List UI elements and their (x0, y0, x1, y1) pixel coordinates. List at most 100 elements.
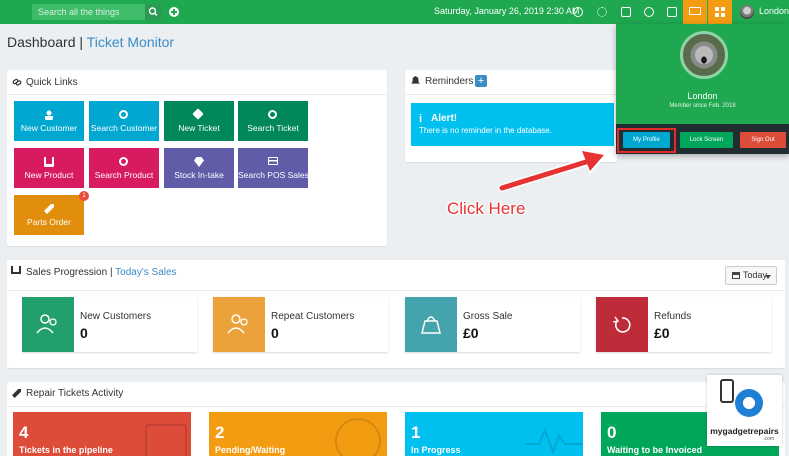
tile-label: Parts Order (27, 217, 71, 227)
page-subtitle: Ticket Monitor (86, 34, 175, 50)
wrench-icon (44, 204, 54, 214)
click-here-annotation: Click Here (447, 199, 526, 218)
sales-subtitle: Today's Sales (115, 267, 177, 278)
clock-icon[interactable] (644, 7, 654, 17)
clock-icon (335, 418, 381, 456)
search-icon (119, 157, 128, 166)
tile-label: New Product (24, 170, 74, 180)
stat-label: Repeat Customers (271, 311, 355, 322)
phone-icon (720, 379, 734, 403)
search-customer-tile[interactable]: Search Customer (89, 101, 159, 141)
search-product-tile[interactable]: Search Product (89, 148, 159, 188)
reminder-alert: i Alert! There is no reminder in the dat… (411, 103, 614, 146)
search-box (32, 4, 162, 20)
tickets-pipeline-tile[interactable]: 4 Tickets in the pipeline (13, 412, 191, 456)
lock-screen-button[interactable]: Lock Screen (680, 132, 733, 148)
quick-links-title: Quick Links (26, 77, 78, 88)
link-icon (12, 78, 22, 86)
page-title-main: Dashboard (7, 34, 76, 50)
notification-badge: 1 (79, 191, 89, 201)
parts-order-tile[interactable]: Parts Order (14, 195, 84, 235)
stock-intake-tile[interactable]: Stock In-take (164, 148, 234, 188)
alert-message: There is no reminder in the database. (419, 126, 552, 135)
users-icon (36, 314, 57, 334)
stat-value: £0 (654, 325, 670, 341)
date-range-label: Today (743, 270, 768, 280)
sales-title-separator: | (109, 267, 113, 278)
monitor-button[interactable] (683, 0, 707, 24)
top-navbar: Saturday, January 26, 2019 2:30 AM Londo… (0, 0, 789, 24)
cart-icon (11, 266, 21, 274)
stat-icon-box (213, 297, 265, 352)
logo-suffix: .com (763, 436, 774, 442)
stat-label: Gross Sale (463, 311, 513, 322)
new-ticket-tile[interactable]: New Ticket (164, 101, 234, 141)
stat-refunds: Refunds £0 (596, 297, 771, 352)
tile-label: Stock In-take (174, 170, 224, 180)
lock-button-label: Lock Screen (689, 137, 724, 143)
stat-label: Refunds (654, 311, 692, 322)
watermark-logo: mygadgetrepairs .com (707, 375, 782, 446)
stat-icon-box (405, 297, 457, 352)
date-range-dropdown[interactable]: Today (725, 266, 777, 285)
divider (405, 94, 617, 95)
calendar-icon (732, 272, 740, 279)
sales-title-main: Sales Progression (26, 267, 108, 278)
stat-icon-box (596, 297, 648, 352)
search-icon (268, 110, 277, 119)
page-title-separator: | (79, 34, 84, 50)
annotation-arrow (498, 148, 608, 192)
tile-label: Waiting to be Invoiced (607, 445, 703, 455)
profile-avatar (680, 31, 728, 79)
tile-count: 4 (19, 423, 29, 442)
grid-icon (715, 7, 725, 17)
search-ticket-tile[interactable]: Search Ticket (238, 101, 308, 141)
new-product-tile[interactable]: New Product (14, 148, 84, 188)
in-progress-tile[interactable]: 1 In Progress (405, 412, 583, 456)
tile-label: Search Customer (90, 123, 158, 133)
search-pos-sales-tile[interactable]: Search POS Sales (238, 148, 309, 188)
tag-icon (192, 108, 204, 120)
divider (7, 94, 387, 95)
stat-icon-box (22, 297, 74, 352)
sign-out-button[interactable]: Sign Out (740, 132, 786, 148)
info-icon: i (419, 113, 423, 125)
search-input[interactable] (32, 4, 145, 20)
sales-title: Sales Progression | Today's Sales (26, 267, 177, 278)
current-datetime: Saturday, January 26, 2019 2:30 AM (434, 6, 580, 16)
tile-label: Search Product (94, 170, 154, 180)
search-button[interactable] (145, 4, 162, 20)
tile-label: Search POS Sales (238, 170, 309, 180)
caret-down-icon (765, 275, 771, 279)
calculator-icon[interactable] (621, 7, 631, 17)
member-since: Member since Feb. 2018 (669, 103, 736, 109)
tile-label: Pending/Waiting (215, 445, 286, 455)
tile-count: 1 (411, 423, 421, 442)
cart-icon (44, 157, 54, 167)
tile-count: 0 (607, 423, 617, 442)
tile-label: New Ticket (178, 123, 220, 133)
highlight-box (617, 128, 676, 153)
new-customer-tile[interactable]: New Customer (14, 101, 84, 141)
quick-add-icon[interactable] (169, 7, 179, 17)
add-reminder-button[interactable]: + (475, 75, 487, 87)
users-icon (227, 314, 248, 334)
settings-icon[interactable] (597, 7, 607, 17)
stat-new-customers: New Customers 0 (22, 297, 197, 352)
pending-waiting-tile[interactable]: 2 Pending/Waiting (209, 412, 387, 456)
page-title: Dashboard | Ticket Monitor (7, 34, 174, 50)
reminders-title: Reminders (425, 76, 474, 87)
tile-label: In Progress (411, 445, 461, 455)
dashboard-gauge-icon[interactable] (573, 7, 583, 17)
credit-card-icon (268, 157, 278, 165)
calendar-icon[interactable] (667, 7, 677, 17)
logo-brand: mygadgetrepairs (710, 426, 779, 436)
user-menu-toggle[interactable]: London (759, 6, 789, 16)
gear-icon (735, 389, 763, 417)
stat-value: 0 (80, 325, 88, 341)
alert-title: Alert! (431, 113, 458, 124)
apps-button[interactable] (708, 0, 732, 24)
stat-value: 0 (271, 325, 279, 341)
user-avatar[interactable] (740, 5, 754, 19)
calendar-icon (145, 424, 187, 456)
